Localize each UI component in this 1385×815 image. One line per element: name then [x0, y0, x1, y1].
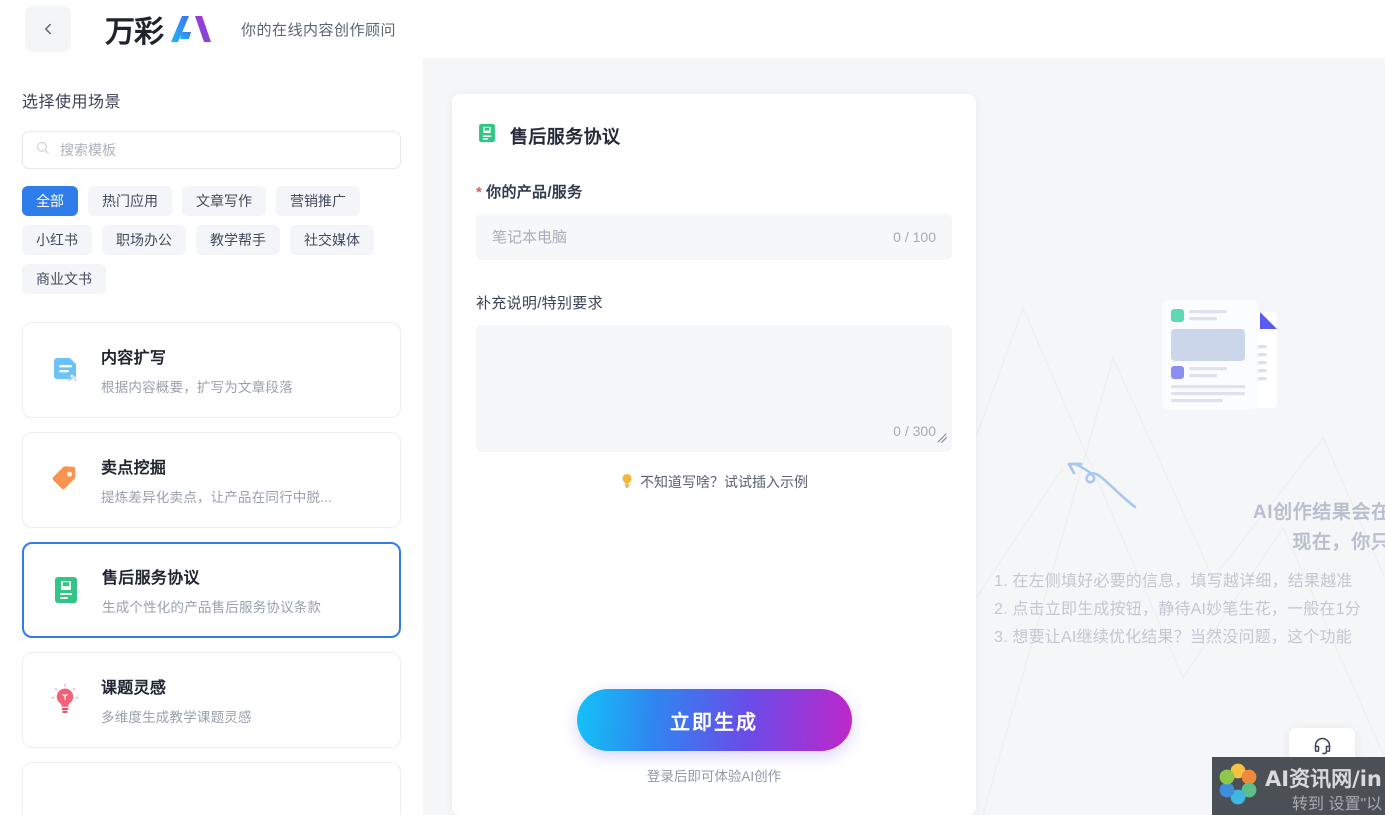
preview-headline: AI创作结果会在显示这里 现在，你只需要: [1111, 498, 1385, 558]
search-icon: [35, 140, 50, 160]
category-chip-all[interactable]: 全部: [22, 186, 78, 216]
product-char-counter: 0 / 100: [893, 229, 936, 245]
resize-handle-icon[interactable]: [935, 431, 949, 450]
category-chip-xiaohongshu[interactable]: 小红书: [22, 225, 92, 255]
preview-step-2: 2. 点击立即生成按钮，静待AI妙笔生花，一般在1分: [994, 601, 1362, 618]
lightbulb-icon: [43, 682, 87, 718]
generation-form-card: 售后服务协议 *你的产品/服务 0 / 100 补充说明/特别要求 0 / 30…: [452, 94, 976, 815]
category-chip-popular[interactable]: 热门应用: [88, 186, 172, 216]
template-card-desc: 多维度生成教学课题灵感: [101, 710, 252, 725]
notes-textarea[interactable]: [476, 325, 952, 452]
note-pencil-icon: [43, 352, 87, 388]
login-note: 登录后即可体验AI创作: [646, 769, 782, 784]
form-title: 售后服务协议: [510, 126, 621, 147]
template-card-text: 卖点挖掘 提炼差异化卖点，让产品在同行中脱...: [101, 454, 332, 506]
product-input-row[interactable]: 0 / 100: [476, 214, 952, 260]
brand-ai-mark-icon: [169, 14, 213, 44]
insert-example-hint-text: 不知道写啥？试试插入示例: [640, 474, 808, 490]
preview-step-3: 3. 想要让AI继续优化结果？当然没问题，这个功能: [994, 629, 1352, 646]
generate-section: 立即生成 登录后即可体验AI创作: [452, 689, 976, 785]
product-input[interactable]: [492, 228, 884, 246]
watermark-text: AI资讯网/in: [1265, 767, 1382, 791]
template-card-title: 售后服务协议: [102, 570, 200, 587]
template-card-title: 课题灵感: [101, 680, 167, 697]
category-chip-marketing[interactable]: 营销推广: [276, 186, 360, 216]
brand-name-cn: 万彩: [105, 15, 164, 50]
bulb-icon: [620, 473, 634, 492]
insert-example-hint[interactable]: 不知道写啥？试试插入示例: [476, 472, 952, 492]
green-book-icon: [44, 572, 88, 608]
sidebar-title: 选择使用场景: [22, 94, 122, 111]
green-book-icon: [476, 122, 498, 149]
watermark-subtext: 转到 设置"以: [1292, 796, 1383, 813]
template-card-selling-points[interactable]: 卖点挖掘 提炼差异化卖点，让产品在同行中脱...: [22, 432, 401, 528]
flower-logo-icon: [1215, 761, 1261, 812]
preview-step-1: 1. 在左侧填好必要的信息，填写越详细，结果越准: [994, 573, 1353, 590]
category-chip-article[interactable]: 文章写作: [182, 186, 266, 216]
required-marker: *: [476, 184, 483, 201]
category-chip-business[interactable]: 商业文书: [22, 264, 106, 294]
app-root: 万彩 你的在线内容创作顾问 选择使用场景 搜索模板 全部 热门应用 文章写作 营…: [0, 0, 1385, 815]
brand-logo[interactable]: 万彩: [105, 7, 213, 51]
app-header: 万彩 你的在线内容创作顾问: [0, 0, 1385, 58]
template-card-desc: 生成个性化的产品售后服务协议条款: [102, 600, 322, 615]
template-card-topic-inspiration[interactable]: 课题灵感 多维度生成教学课题灵感: [22, 652, 401, 748]
category-chip-teaching[interactable]: 教学帮手: [196, 225, 280, 255]
category-chip-list: 全部 热门应用 文章写作 营销推广 小红书 职场办公 教学帮手 社交媒体 商业文…: [22, 186, 401, 294]
preview-headline-line1: AI创作结果会在显示这里: [1252, 502, 1385, 523]
generate-button[interactable]: 立即生成: [576, 689, 852, 751]
template-card-desc: 根据内容概要，扩写为文章段落: [101, 380, 293, 395]
price-tag-icon: [43, 462, 87, 498]
template-card-partial-next[interactable]: [22, 762, 401, 815]
notes-textarea-wrap[interactable]: 0 / 300: [476, 325, 952, 452]
category-chip-workplace[interactable]: 职场办公: [102, 225, 186, 255]
search-template-box[interactable]: [22, 131, 401, 169]
preview-steps-list: 1. 在左侧填好必要的信息，填写越详细，结果越准 2. 点击立即生成按钮，静待A…: [994, 568, 1385, 652]
template-card-text: 课题灵感 多维度生成教学课题灵感: [101, 674, 252, 726]
template-card-list: 内容扩写 根据内容概要，扩写为文章段落 卖点挖掘 提炼差异化卖点，让产品在同行中…: [22, 322, 401, 815]
watermark-overlay: AI资讯网/in 转到 设置"以: [1212, 757, 1385, 815]
template-sidebar: 选择使用场景 全部 热门应用 文章写作 营销推广 小红书 职场办公 教学帮手 社…: [0, 58, 423, 815]
main-stage: 售后服务协议 *你的产品/服务 0 / 100 补充说明/特别要求 0 / 30…: [423, 58, 1385, 815]
notes-char-counter: 0 / 300: [893, 423, 936, 439]
template-card-title: 卖点挖掘: [101, 460, 167, 477]
template-card-title: 内容扩写: [101, 350, 167, 367]
template-card-text: 内容扩写 根据内容概要，扩写为文章段落: [101, 344, 293, 396]
notes-field-label: 补充说明/特别要求: [476, 295, 603, 312]
chevron-left-icon: [39, 20, 57, 38]
document-preview-illustration: [1160, 292, 1310, 427]
category-chip-social[interactable]: 社交媒体: [290, 225, 374, 255]
preview-headline-line2: 现在，你只需要: [1292, 532, 1385, 553]
template-card-desc: 提炼差异化卖点，让产品在同行中脱...: [101, 490, 333, 505]
product-field-label-text: 你的产品/服务: [486, 184, 583, 201]
search-input[interactable]: [60, 142, 388, 158]
product-field-label: * 你的产品/服务: [476, 181, 952, 202]
template-card-after-sales-agreement[interactable]: 售后服务协议 生成个性化的产品售后服务协议条款: [22, 542, 401, 638]
header-tagline: 你的在线内容创作顾问: [241, 21, 397, 39]
form-header: 售后服务协议: [476, 122, 952, 149]
result-preview-panel: AI创作结果会在显示这里 现在，你只需要 1. 在左侧填好必要的信息，填写越详细…: [976, 58, 1385, 815]
template-card-content-expand[interactable]: 内容扩写 根据内容概要，扩写为文章段落: [22, 322, 401, 418]
back-button[interactable]: [25, 6, 71, 52]
template-card-text: 售后服务协议 生成个性化的产品售后服务协议条款: [102, 564, 321, 616]
